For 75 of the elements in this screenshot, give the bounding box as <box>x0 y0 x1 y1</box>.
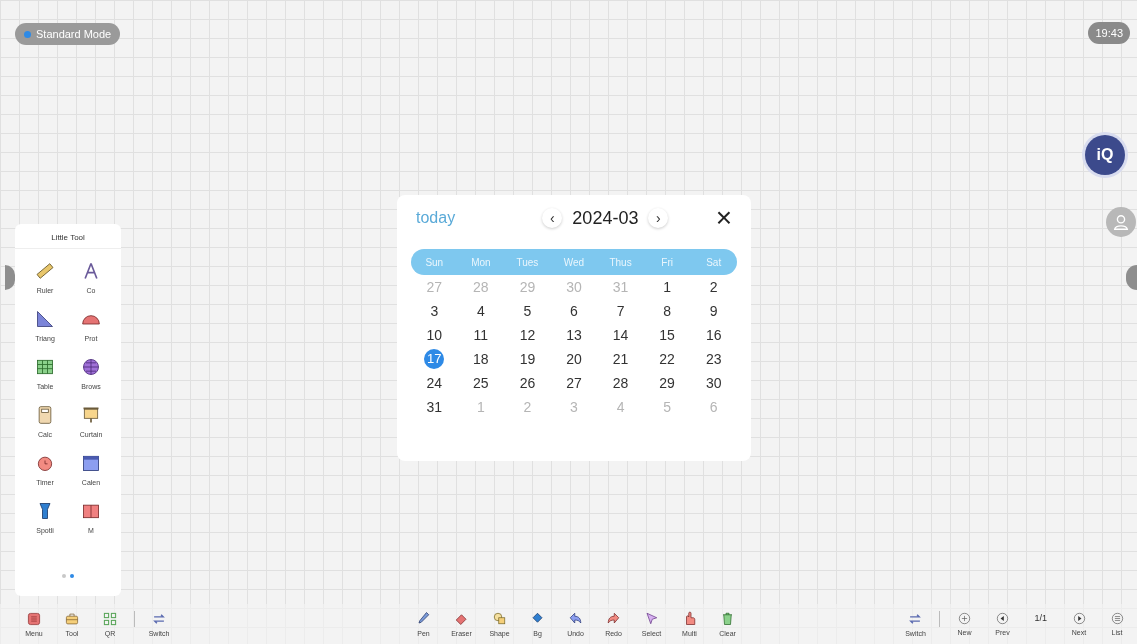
globe-icon <box>81 357 101 377</box>
day-cell[interactable]: 6 <box>564 301 584 321</box>
assistant-button[interactable]: iQ <box>1085 135 1125 175</box>
next-icon <box>1072 612 1086 625</box>
redo-icon <box>606 611 621 626</box>
previous-month-button[interactable]: ‹ <box>542 208 563 228</box>
switch-icon <box>908 611 923 626</box>
day-cell[interactable]: 1 <box>657 277 678 297</box>
grid-icon <box>103 611 117 626</box>
day-cell[interactable]: 30 <box>703 373 724 393</box>
day-cell[interactable]: 20 <box>564 349 584 369</box>
plus-icon <box>958 612 971 625</box>
weekday-label: Sun <box>424 256 445 268</box>
status-dot-icon <box>24 30 31 38</box>
day-cell[interactable]: 22 <box>657 349 678 369</box>
right-panel-handle[interactable] <box>1126 265 1137 290</box>
panel-title: Little Tool <box>15 224 121 249</box>
switch-icon <box>152 611 166 626</box>
whiteboard-canvas[interactable] <box>0 0 1137 644</box>
weekday-label: Fri <box>660 256 674 268</box>
mode-label: Standard Mode <box>36 28 112 40</box>
day-cell[interactable]: 3 <box>424 301 445 321</box>
day-cell[interactable]: 2 <box>703 277 724 297</box>
trash-icon <box>720 611 735 626</box>
list-icon <box>1110 612 1124 625</box>
user-icon <box>1112 213 1130 231</box>
day-cell[interactable]: 8 <box>657 301 678 321</box>
day-cell[interactable]: 16 <box>703 325 724 345</box>
user-button[interactable] <box>1106 207 1136 237</box>
calendar-icon <box>81 453 101 473</box>
day-cell[interactable]: 10 <box>424 325 445 345</box>
month-label: 2024-03 <box>572 207 639 229</box>
menu-icon <box>27 611 41 626</box>
day-cell[interactable]: 5 <box>517 301 538 321</box>
weekday-label: Tues <box>515 256 540 268</box>
pen-icon <box>416 611 431 626</box>
easel-icon <box>81 405 101 425</box>
weekday-label: Thus <box>608 256 633 268</box>
shapes-icon <box>492 611 507 626</box>
undo-icon <box>568 611 583 626</box>
left-panel-handle[interactable] <box>5 265 15 290</box>
page-counter: 1/1 <box>1034 613 1047 623</box>
day-cell[interactable]: 4 <box>470 301 491 321</box>
eraser-icon <box>454 611 469 626</box>
weekday-label: Wed <box>562 256 586 268</box>
day-cell[interactable]: 27 <box>564 373 584 393</box>
table-icon <box>35 357 55 377</box>
day-cell[interactable]: 31 <box>424 397 445 417</box>
day-cell[interactable]: 9 <box>703 301 724 321</box>
day-cell[interactable]: 18 <box>470 349 491 369</box>
next-month-button[interactable]: › <box>648 208 669 228</box>
page-dot[interactable] <box>70 574 74 578</box>
day-cell[interactable]: 25 <box>470 373 491 393</box>
day-cell[interactable]: 11 <box>470 325 491 345</box>
close-button[interactable]: × <box>715 207 732 229</box>
day-cell[interactable]: 14 <box>610 325 631 345</box>
day-cell[interactable]: 13 <box>564 325 584 345</box>
day-cell[interactable]: 12 <box>517 325 538 345</box>
page-dot[interactable] <box>62 574 66 578</box>
day-cell[interactable]: 23 <box>703 349 724 369</box>
previous-icon <box>996 612 1009 625</box>
weekday-label: Mon <box>470 256 492 268</box>
day-cell[interactable]: 29 <box>657 373 678 393</box>
day-cell[interactable]: 19 <box>517 349 538 369</box>
clock: 19:43 <box>1088 22 1130 44</box>
cursor-icon <box>644 611 659 626</box>
day-cell[interactable]: 28 <box>610 373 631 393</box>
day-cell[interactable]: 15 <box>657 325 678 345</box>
weekday-label: Sat <box>705 256 723 268</box>
day-cell[interactable]: 17 <box>424 349 445 369</box>
day-cell[interactable]: 26 <box>517 373 538 393</box>
day-cell[interactable]: 7 <box>610 301 631 321</box>
day-cell[interactable]: 24 <box>424 373 445 393</box>
toolbox-icon <box>65 611 79 626</box>
day-cell[interactable]: 21 <box>610 349 631 369</box>
